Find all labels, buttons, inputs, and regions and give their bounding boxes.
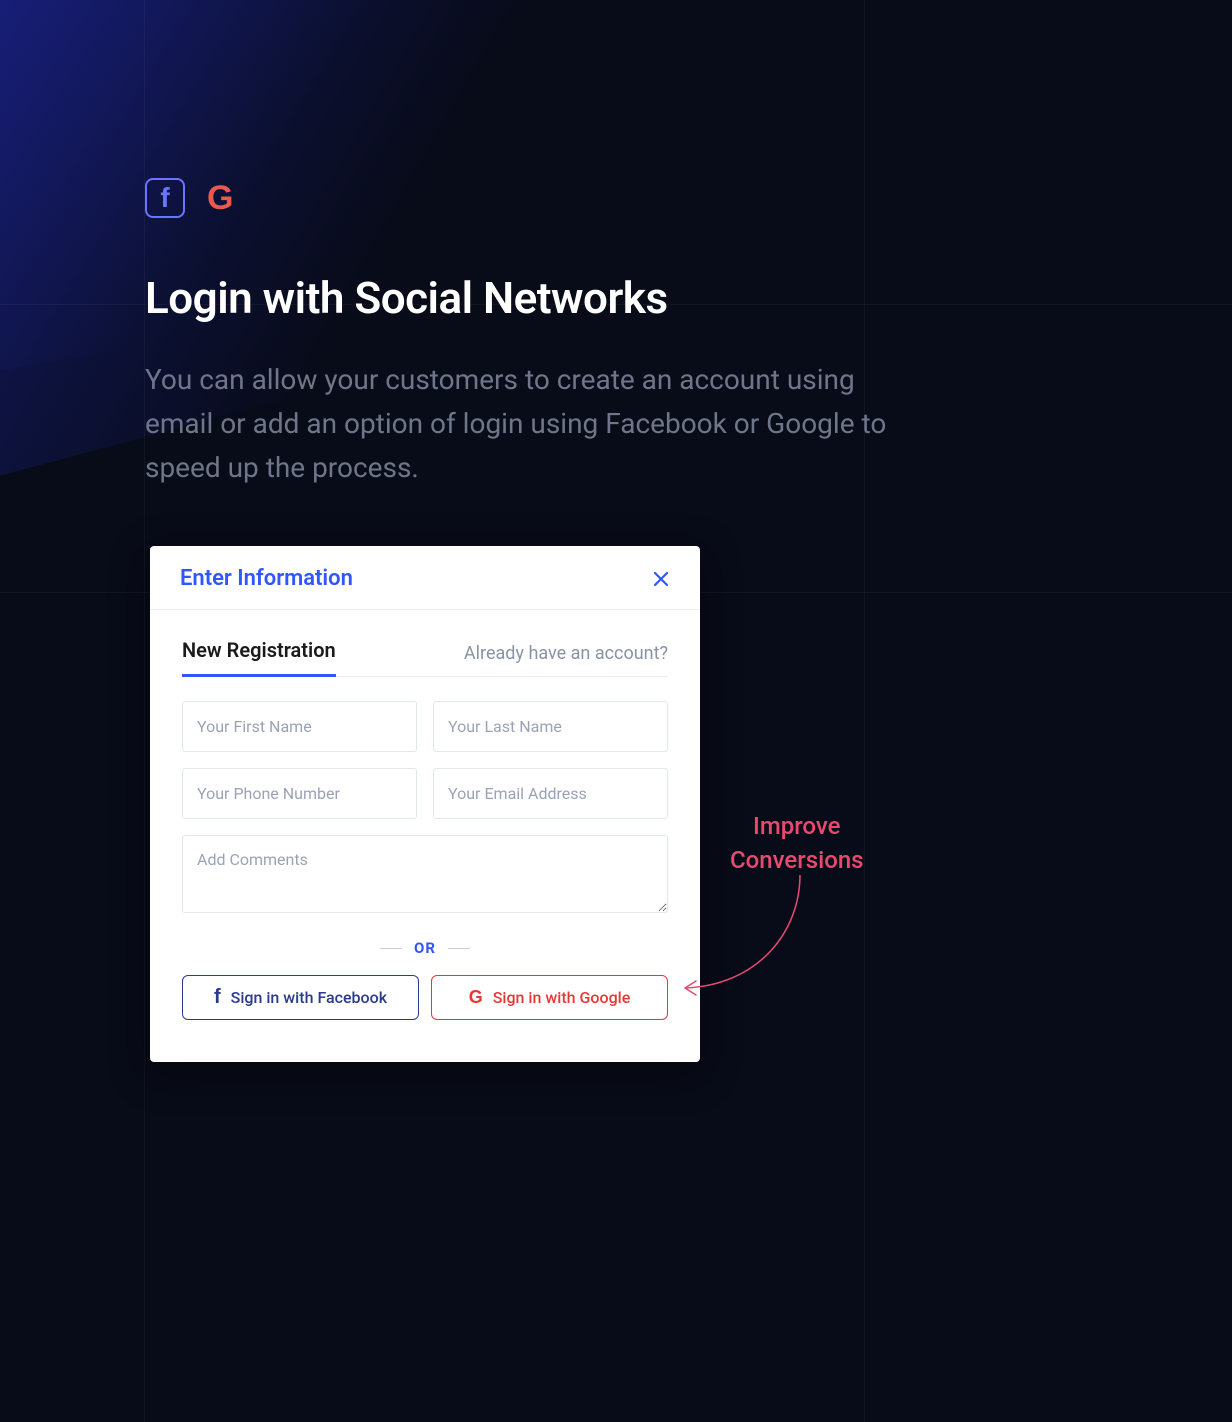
- hero-section: f G Login with Social Networks You can a…: [145, 178, 1112, 491]
- close-icon: [652, 570, 670, 588]
- hero-icon-row: f G: [145, 178, 1112, 218]
- google-icon: G: [469, 987, 483, 1008]
- callout-line2: Conversions: [730, 846, 864, 874]
- google-signin-button[interactable]: G Sign in with Google: [431, 975, 668, 1020]
- facebook-icon: f: [145, 178, 185, 218]
- tab-existing-account[interactable]: Already have an account?: [464, 643, 668, 676]
- comments-textarea[interactable]: [182, 835, 668, 913]
- divider-line: [380, 948, 402, 949]
- tab-new-registration[interactable]: New Registration: [182, 638, 336, 677]
- modal-title: Enter Information: [180, 566, 353, 591]
- close-button[interactable]: [652, 570, 670, 588]
- social-buttons-row: f Sign in with Facebook G Sign in with G…: [182, 975, 668, 1020]
- tabs: New Registration Already have an account…: [182, 638, 668, 677]
- last-name-input[interactable]: [433, 701, 668, 752]
- facebook-signin-button[interactable]: f Sign in with Facebook: [182, 975, 419, 1020]
- facebook-icon: f: [214, 986, 221, 1009]
- modal-body: New Registration Already have an account…: [150, 610, 700, 1062]
- callout-line1: Improve: [753, 812, 840, 840]
- page-title: Login with Social Networks: [145, 272, 1112, 324]
- email-input[interactable]: [433, 768, 668, 819]
- divider-line: [448, 948, 470, 949]
- google-button-label: Sign in with Google: [493, 988, 631, 1007]
- facebook-button-label: Sign in with Facebook: [231, 988, 387, 1007]
- or-divider: OR: [182, 939, 668, 957]
- divider-text: OR: [414, 939, 436, 957]
- phone-input[interactable]: [182, 768, 417, 819]
- page-description: You can allow your customers to create a…: [145, 358, 905, 491]
- registration-modal: Enter Information New Registration Alrea…: [150, 546, 700, 1062]
- callout-annotation: Improve Conversions: [730, 810, 864, 877]
- google-icon: G: [207, 179, 232, 218]
- modal-header: Enter Information: [150, 546, 700, 610]
- first-name-input[interactable]: [182, 701, 417, 752]
